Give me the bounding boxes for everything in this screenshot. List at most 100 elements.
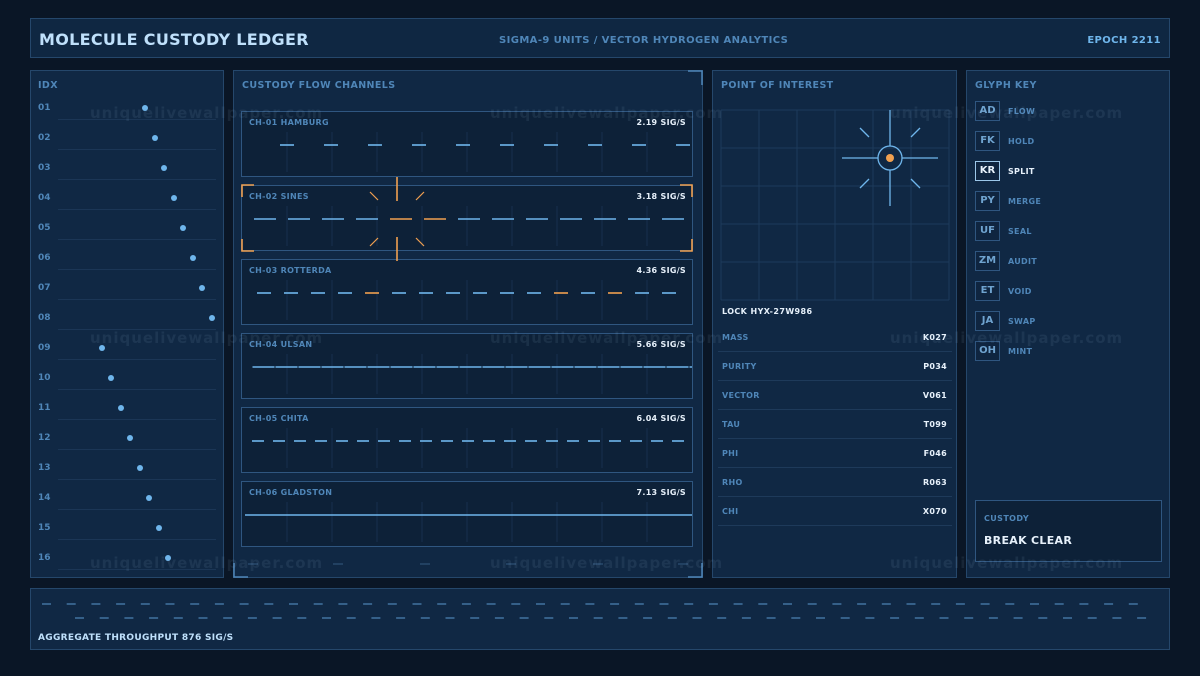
idx-row-line	[58, 209, 216, 210]
glyph-code-py[interactable]: PY	[975, 191, 1000, 211]
glyph-name: MINT	[1008, 347, 1033, 356]
glyph-code-ja[interactable]: JA	[975, 311, 1000, 331]
glyph-panel-title: GLYPH KEY	[975, 80, 1037, 91]
header-subtitle: SIGMA-9 UNITS / VECTOR HYDROGEN ANALYTIC…	[499, 35, 789, 46]
idx-row-line	[58, 569, 216, 570]
glyph-name: AUDIT	[1008, 257, 1038, 266]
idx-label: 04	[38, 193, 51, 203]
idx-label: 01	[38, 103, 51, 113]
channel-card[interactable]: CH-04 ULSAN 5.66 SIG/S	[241, 333, 693, 399]
glyph-name: SEAL	[1008, 227, 1032, 236]
idx-row-line	[58, 299, 216, 300]
metric-label: TAU	[722, 420, 741, 429]
poi-panel-title: POINT OF INTEREST	[721, 80, 834, 91]
idx-label: 05	[38, 223, 51, 233]
idx-label: 02	[38, 133, 51, 143]
metric-divider	[718, 380, 952, 381]
glyph-code-oh[interactable]: OH	[975, 341, 1000, 361]
custody-status-box: CUSTODY BREAK CLEAR	[975, 500, 1162, 562]
idx-label: 08	[38, 313, 51, 323]
glyph-code-kr[interactable]: KR	[975, 161, 1000, 181]
channel-signal-trace	[280, 132, 690, 172]
idx-label: 14	[38, 493, 51, 503]
idx-row-line	[58, 149, 216, 150]
glyph-code-ad[interactable]: AD	[975, 101, 1000, 121]
idx-label: 09	[38, 343, 51, 353]
metric-label: VECTOR	[722, 391, 760, 400]
idx-point[interactable]	[155, 525, 162, 531]
idx-point[interactable]	[208, 315, 215, 321]
channel-card[interactable]: CH-05 CHITA 6.04 SIG/S	[241, 407, 693, 473]
idx-label: 12	[38, 433, 51, 443]
channel-card[interactable]: CH-03 ROTTERDA 4.36 SIG/S	[241, 259, 693, 325]
idx-row-line	[58, 479, 216, 480]
idx-label: 11	[38, 403, 51, 413]
metric-divider	[718, 409, 952, 410]
idx-point[interactable]	[136, 465, 143, 471]
metric-label: PHI	[722, 449, 739, 458]
metric-divider	[718, 467, 952, 468]
glyph-code-fk[interactable]: FK	[975, 131, 1000, 151]
glyph-name: VOID	[1008, 287, 1032, 296]
idx-row-line	[58, 239, 216, 240]
idx-label: 03	[38, 163, 51, 173]
throughput-label: AGGREGATE THROUGHPUT 876 SIG/S	[38, 633, 234, 643]
idx-label: 10	[38, 373, 51, 383]
epoch-label: EPOCH 2211	[1087, 35, 1161, 46]
idx-point[interactable]	[98, 345, 105, 351]
idx-label: 06	[38, 253, 51, 263]
header-bar: MOLECULE CUSTODY LEDGER SIGMA-9 UNITS / …	[30, 18, 1170, 58]
idx-label: 13	[38, 463, 51, 473]
channel-signal-trace	[257, 280, 676, 320]
app-title: MOLECULE CUSTODY LEDGER	[39, 30, 309, 49]
glyph-code-zm[interactable]: ZM	[975, 251, 1000, 271]
metric-value: T099	[923, 420, 947, 429]
glyph-code-et[interactable]: ET	[975, 281, 1000, 301]
idx-point[interactable]	[117, 405, 124, 411]
metric-value: K027	[922, 333, 947, 342]
glyph-name: MERGE	[1008, 197, 1042, 206]
metric-label: CHI	[722, 507, 739, 516]
idx-row-line	[58, 269, 216, 270]
idx-panel	[30, 70, 224, 578]
metric-divider	[718, 438, 952, 439]
glyph-name: HOLD	[1008, 137, 1035, 146]
flow-tick-row	[248, 563, 688, 565]
glyph-name: SPLIT	[1008, 167, 1035, 176]
metric-value: X070	[922, 507, 947, 516]
metric-label: PURITY	[722, 362, 757, 371]
metric-value: V061	[922, 391, 947, 400]
idx-label: 15	[38, 523, 51, 533]
glyph-name: SWAP	[1008, 317, 1036, 326]
idx-row-line	[58, 179, 216, 180]
metric-value: R063	[922, 478, 947, 487]
glyph-name: FLOW	[1008, 107, 1036, 116]
glyph-code-uf[interactable]: UF	[975, 221, 1000, 241]
channel-signal-trace	[252, 428, 684, 468]
channel-signal-trace	[245, 502, 692, 542]
idx-label: 07	[38, 283, 51, 293]
custody-label: CUSTODY	[984, 514, 1030, 523]
idx-row-line	[58, 539, 216, 540]
channel-card[interactable]: CH-06 GLADSTON 7.13 SIG/S	[241, 481, 693, 547]
channel-signal-trace	[251, 354, 692, 394]
custody-value: BREAK CLEAR	[984, 534, 1073, 547]
idx-point[interactable]	[189, 255, 196, 261]
idx-row-line	[58, 389, 216, 390]
idx-label: 16	[38, 553, 51, 563]
metric-value: P034	[923, 362, 947, 371]
idx-point[interactable]	[151, 135, 158, 141]
channel-card[interactable]: CH-01 HAMBURG 2.19 SIG/S	[241, 111, 693, 177]
selection-cursor	[241, 177, 693, 261]
crosshair-icon	[842, 110, 938, 206]
idx-row-line	[58, 329, 216, 330]
metric-label: RHO	[722, 478, 743, 487]
metric-divider	[718, 525, 952, 526]
metric-divider	[718, 351, 952, 352]
idx-row-line	[58, 119, 216, 120]
idx-row-line	[58, 359, 216, 360]
idx-row-line	[58, 449, 216, 450]
idx-point[interactable]	[170, 195, 177, 201]
lock-label: LOCK HYX-27W986	[722, 307, 813, 316]
idx-panel-title: IDX	[38, 80, 58, 91]
